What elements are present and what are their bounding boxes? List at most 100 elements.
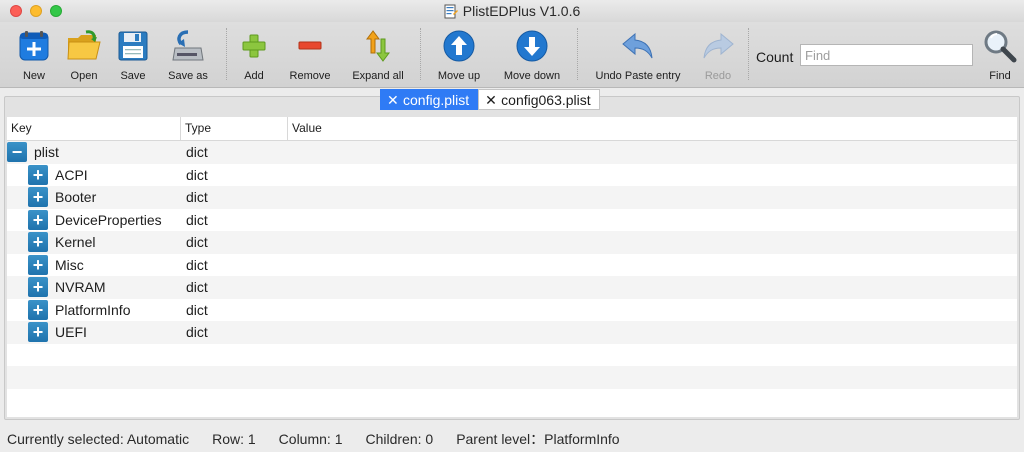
column-header-value[interactable]: Value — [288, 117, 1017, 141]
status-row: Row: 1 — [212, 430, 256, 447]
key-label: DeviceProperties — [55, 211, 162, 228]
key-cell[interactable]: − plist — [7, 141, 181, 164]
key-label: Kernel — [55, 234, 96, 251]
move-up-button-label: Move up — [437, 70, 481, 82]
find-input[interactable] — [800, 44, 973, 66]
document-tabs: ✕ config.plist ✕ config063.plist — [380, 89, 600, 110]
save-as-button[interactable]: Save as — [164, 22, 212, 88]
key-label: PlatformInfo — [55, 301, 131, 318]
undo-button[interactable]: Undo Paste entry — [590, 22, 686, 88]
find-button[interactable]: Find — [980, 22, 1020, 88]
column-header-type[interactable]: Type — [181, 117, 288, 141]
toolbar-separator — [577, 28, 578, 80]
save-as-button-label: Save as — [168, 70, 208, 82]
expand-toggle-icon[interactable]: + — [28, 254, 48, 275]
table-row[interactable]: + ACPI dict — [7, 163, 1017, 187]
table-row[interactable]: + Kernel dict — [7, 231, 1017, 254]
key-cell[interactable]: + Kernel — [7, 231, 181, 254]
key-label: NVRAM — [55, 279, 106, 296]
table-body: − plist dict + ACPI dict + Booter dict + DevicePro… — [7, 141, 1017, 411]
empty-table-row — [7, 343, 1017, 366]
close-tab-icon[interactable]: ✕ — [485, 93, 497, 107]
expand-toggle-icon[interactable]: + — [28, 299, 48, 320]
save-as-drive-icon — [170, 26, 206, 66]
empty-table-row — [7, 388, 1017, 411]
minus-icon — [292, 26, 328, 66]
expand-toggle-icon[interactable]: + — [28, 277, 48, 298]
type-cell[interactable]: dict — [181, 189, 288, 205]
key-label: Booter — [55, 189, 97, 206]
save-button-label: Save — [120, 70, 146, 82]
window-title-text: PlistEDPlus V1.0.6 — [462, 3, 581, 19]
key-label: ACPI — [55, 166, 88, 183]
tab-label: config063.plist — [501, 91, 591, 108]
type-cell[interactable]: dict — [181, 144, 288, 160]
floppy-disk-icon — [115, 26, 151, 66]
expand-toggle-icon[interactable]: + — [28, 322, 48, 343]
table-row[interactable]: + NVRAM dict — [7, 276, 1017, 299]
minimize-window-button[interactable] — [30, 5, 42, 17]
move-down-button[interactable]: Move down — [500, 22, 564, 88]
expand-all-button-label: Expand all — [352, 70, 404, 82]
expand-toggle-icon[interactable]: + — [28, 187, 48, 208]
close-window-button[interactable] — [10, 5, 22, 17]
expand-toggle-icon[interactable]: + — [28, 232, 48, 253]
folder-icon — [66, 26, 102, 66]
key-cell[interactable]: + NVRAM — [7, 276, 181, 299]
expand-toggle-icon[interactable]: + — [28, 209, 48, 230]
window-controls — [10, 5, 62, 17]
window-title: PlistEDPlus V1.0.6 — [444, 3, 581, 19]
plist-tree-table: Key Type Value − plist dict + ACPI dict + Boote… — [7, 117, 1017, 417]
tab-config-plist[interactable]: ✕ config.plist — [380, 89, 479, 110]
type-cell[interactable]: dict — [181, 234, 288, 250]
remove-button[interactable]: Remove — [286, 22, 334, 88]
key-label: plist — [34, 144, 59, 161]
magnifier-icon — [982, 26, 1018, 66]
undo-arrow-icon — [620, 26, 656, 66]
tab-config063-plist[interactable]: ✕ config063.plist — [478, 89, 600, 110]
key-cell[interactable]: + PlatformInfo — [7, 299, 181, 322]
table-row[interactable]: + UEFI dict — [7, 321, 1017, 344]
add-button[interactable]: Add — [234, 22, 274, 88]
arrow-down-circle-icon — [514, 26, 550, 66]
key-label: UEFI — [55, 324, 87, 341]
type-cell[interactable]: dict — [181, 167, 288, 183]
undo-button-label: Undo Paste entry — [595, 70, 681, 82]
open-button[interactable]: Open — [63, 22, 105, 88]
type-cell[interactable]: dict — [181, 279, 288, 295]
expand-all-button[interactable]: Expand all — [348, 22, 408, 88]
table-row[interactable]: + Misc dict — [7, 253, 1017, 277]
collapse-toggle-icon[interactable]: − — [7, 142, 27, 163]
plus-icon — [236, 26, 272, 66]
plist-document-icon — [444, 4, 458, 18]
expand-toggle-icon[interactable]: + — [28, 164, 48, 185]
expand-arrows-icon — [360, 26, 396, 66]
table-row[interactable]: − plist dict — [7, 141, 1017, 164]
type-cell[interactable]: dict — [181, 212, 288, 228]
redo-button[interactable]: Redo — [698, 22, 738, 88]
empty-table-row — [7, 366, 1017, 389]
type-cell[interactable]: dict — [181, 257, 288, 273]
type-cell[interactable]: dict — [181, 302, 288, 318]
count-label: Count — [756, 49, 794, 65]
toolbar-separator — [748, 28, 749, 80]
close-tab-icon[interactable]: ✕ — [387, 93, 399, 107]
move-up-button[interactable]: Move up — [432, 22, 486, 88]
column-header-key[interactable]: Key — [7, 117, 181, 141]
arrow-up-circle-icon — [441, 26, 477, 66]
toolbar-separator — [420, 28, 421, 80]
type-cell[interactable]: dict — [181, 324, 288, 340]
table-row[interactable]: + Booter dict — [7, 186, 1017, 209]
key-cell[interactable]: + Misc — [7, 254, 181, 277]
key-cell[interactable]: + Booter — [7, 186, 181, 209]
title-bar: PlistEDPlus V1.0.6 — [0, 0, 1024, 22]
key-cell[interactable]: + ACPI — [7, 164, 181, 187]
key-cell[interactable]: + UEFI — [7, 321, 181, 344]
zoom-window-button[interactable] — [50, 5, 62, 17]
table-row[interactable]: + PlatformInfo dict — [7, 298, 1017, 322]
toolbar-separator — [226, 28, 227, 80]
new-button[interactable]: New — [13, 22, 55, 88]
save-button[interactable]: Save — [112, 22, 154, 88]
key-cell[interactable]: + DeviceProperties — [7, 209, 181, 232]
table-row[interactable]: + DeviceProperties dict — [7, 208, 1017, 232]
